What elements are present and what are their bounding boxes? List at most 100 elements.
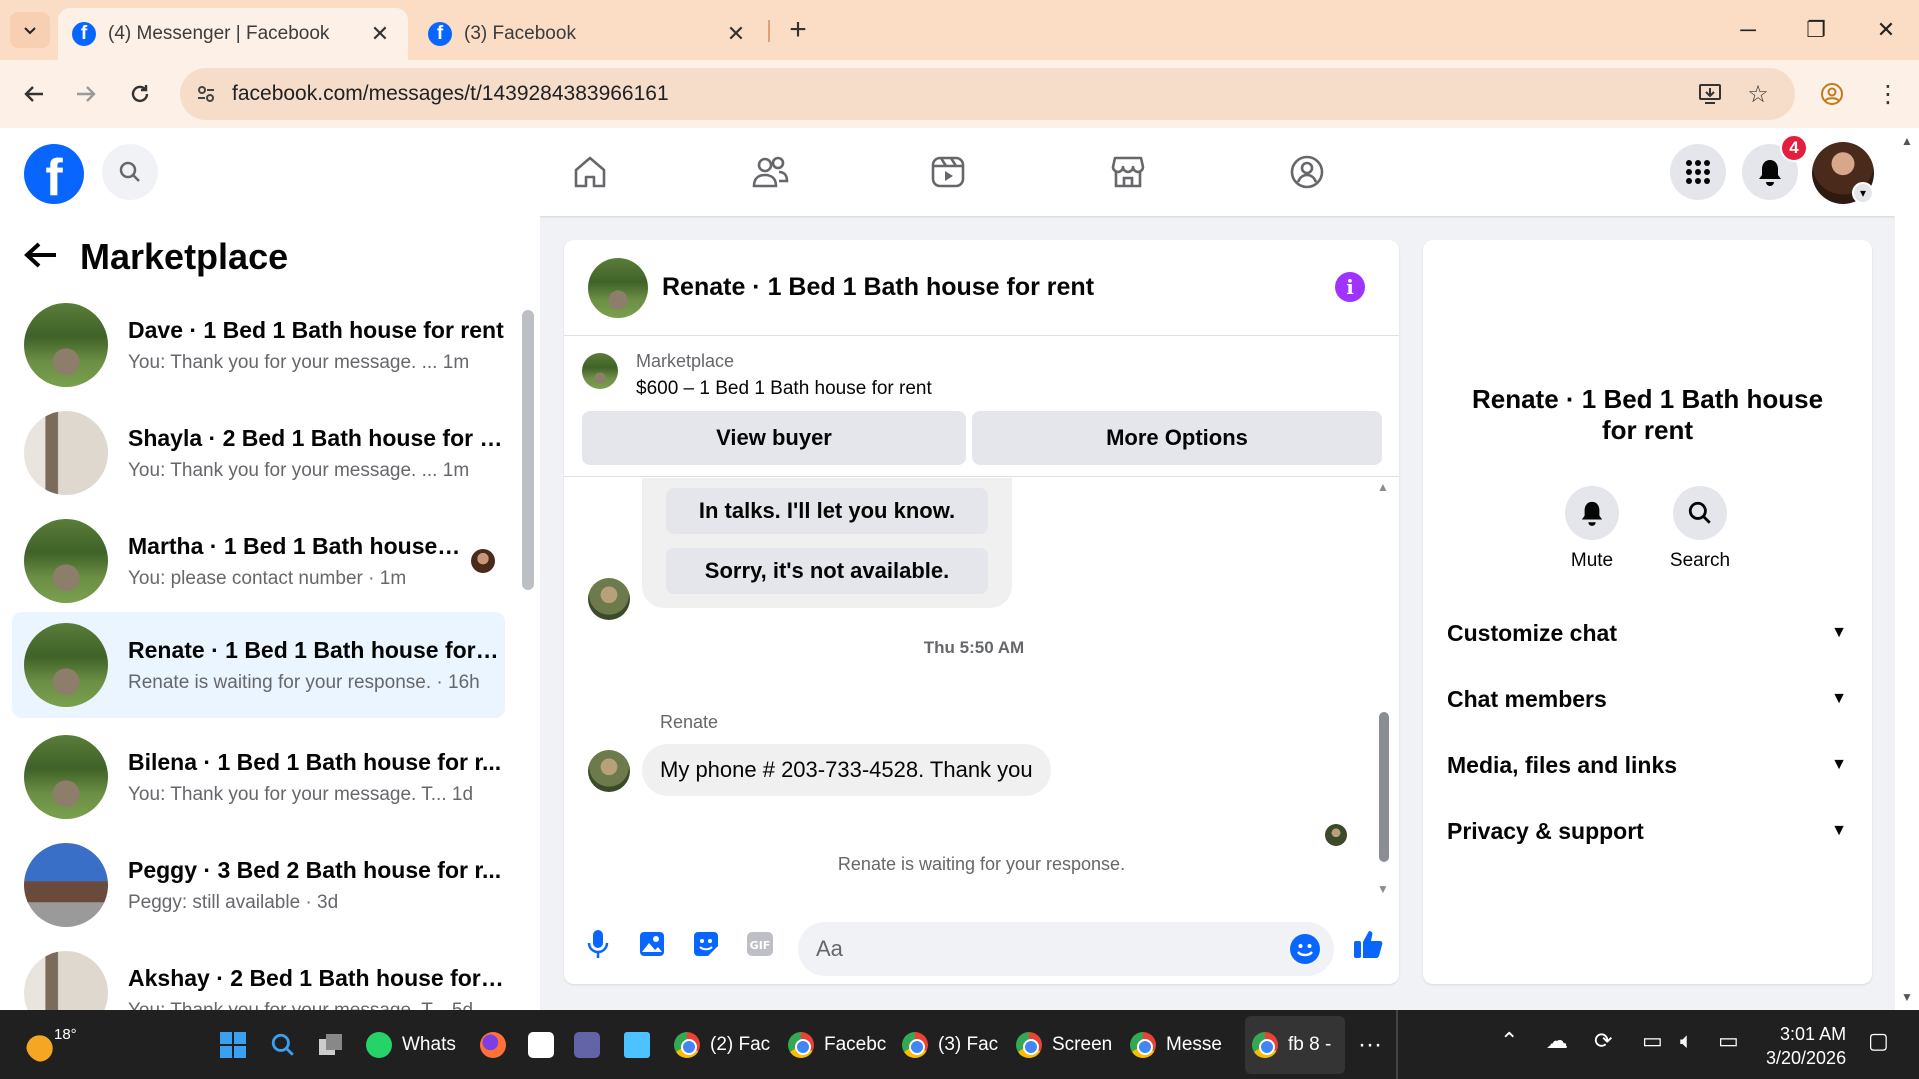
taskbar-app-chrome-3[interactable]: (3) Fac: [902, 1020, 998, 1070]
taskbar-app-firefox[interactable]: [480, 1020, 516, 1070]
reload-button[interactable]: [120, 74, 160, 114]
close-tab-icon[interactable]: ✕: [722, 21, 750, 47]
friends-icon: [752, 156, 789, 188]
search-taskbar-button[interactable]: [270, 1020, 296, 1070]
weather-widget[interactable]: 18°: [26, 1020, 77, 1070]
info-icon[interactable]: i: [1335, 272, 1365, 302]
bookmark-star-icon[interactable]: ☆: [1738, 74, 1778, 114]
taskbar-app-chrome-2[interactable]: Facebc: [788, 1020, 886, 1070]
chat-thumbnail[interactable]: [588, 257, 648, 318]
taskbar-app-teams[interactable]: [574, 1020, 610, 1070]
network-icon[interactable]: ▭: [1642, 1028, 1663, 1054]
tab-list-button[interactable]: [10, 12, 50, 48]
close-tab-icon[interactable]: ✕: [366, 21, 394, 47]
back-button[interactable]: [14, 74, 54, 114]
taskbar-app-label: Messe: [1166, 1034, 1222, 1055]
chrome-icon: [1252, 1032, 1278, 1058]
page-scrollbar[interactable]: ▲ ▼: [1895, 128, 1919, 1010]
search-in-conversation-button[interactable]: Search: [1655, 486, 1745, 572]
sidebar-scrollbar[interactable]: [522, 296, 534, 996]
taskbar-app-notepad[interactable]: [624, 1020, 660, 1070]
chat-members-section[interactable]: Chat members ▼: [1447, 674, 1847, 724]
restore-button[interactable]: ❐: [1786, 10, 1846, 50]
system-clock[interactable]: 3:01 AM 3/20/2026: [1766, 1022, 1846, 1070]
view-buyer-button[interactable]: View buyer: [582, 411, 966, 465]
facebook-header: f 4 ▾: [0, 128, 1895, 216]
taskbar-app-whatsapp[interactable]: Whats: [366, 1020, 456, 1070]
message-bubble[interactable]: My phone # 203-733-4528. Thank you: [642, 744, 1051, 796]
taskbar-app-terminal[interactable]: [528, 1020, 564, 1070]
nav-home[interactable]: [535, 142, 645, 202]
microphone-icon[interactable]: [578, 924, 618, 964]
privacy-support-section[interactable]: Privacy & support ▼: [1447, 806, 1847, 856]
tab-messenger[interactable]: f (4) Messenger | Facebook ✕: [58, 8, 408, 60]
emoji-icon[interactable]: [1290, 934, 1320, 964]
scroll-up-arrow-icon[interactable]: ▲: [1377, 480, 1389, 494]
scroll-down-arrow-icon[interactable]: ▼: [1377, 882, 1389, 896]
volume-icon[interactable]: 🔈︎: [1680, 1028, 1693, 1054]
message-input[interactable]: Aa: [798, 922, 1334, 976]
media-files-links-section[interactable]: Media, files and links ▼: [1447, 740, 1847, 790]
profile-icon[interactable]: [1812, 74, 1852, 114]
menu-grid-button[interactable]: [1670, 144, 1726, 200]
listing-thumbnail: [24, 951, 108, 1010]
minimize-button[interactable]: ─: [1718, 10, 1778, 50]
browser-menu-icon[interactable]: ⋮: [1868, 74, 1908, 114]
chevron-down-icon[interactable]: ▾: [1852, 182, 1874, 204]
mute-button[interactable]: Mute: [1547, 486, 1637, 572]
more-apps-button[interactable]: ···: [1358, 1020, 1382, 1070]
site-info-icon[interactable]: [180, 84, 232, 104]
quick-reply-button[interactable]: In talks. I'll let you know.: [666, 488, 988, 534]
taskbar-app-chrome-4[interactable]: Screen: [1016, 1020, 1112, 1070]
forward-button[interactable]: [66, 74, 106, 114]
sticker-icon[interactable]: [686, 924, 726, 964]
scroll-up-arrow-icon[interactable]: ▲: [1901, 134, 1913, 148]
taskbar-app-chrome-active[interactable]: fb 8 -: [1252, 1020, 1331, 1070]
chat-scrollbar[interactable]: ▲ ▼: [1377, 480, 1391, 900]
chat-title[interactable]: Renate · 1 Bed 1 Bath house for rent: [662, 273, 1094, 302]
nav-groups[interactable]: [1252, 142, 1362, 202]
taskbar-app-label: (3) Fac: [938, 1034, 999, 1055]
nav-marketplace[interactable]: [1073, 142, 1183, 202]
conversation-item[interactable]: Peggy · 3 Bed 2 Bath house for r... Pegg…: [12, 832, 505, 938]
tab-facebook[interactable]: f (3) Facebook ✕: [414, 8, 764, 60]
nav-friends[interactable]: [715, 142, 825, 202]
section-label: Chat members: [1447, 685, 1607, 712]
nav-video[interactable]: [893, 142, 1003, 202]
back-arrow-icon[interactable]: [24, 234, 58, 279]
taskbar-app-chrome-5[interactable]: Messe: [1130, 1020, 1222, 1070]
start-button[interactable]: [220, 1020, 246, 1070]
address-bar[interactable]: facebook.com/messages/t/1439284383966161: [180, 68, 1795, 120]
conversation-item[interactable]: Bilena · 1 Bed 1 Bath house for r... You…: [12, 724, 505, 830]
close-window-button[interactable]: ✕: [1856, 10, 1916, 50]
listing-title[interactable]: $600 – 1 Bed 1 Bath house for rent: [636, 378, 932, 400]
taskbar-app-chrome-1[interactable]: (2) Fac: [674, 1020, 770, 1070]
sync-icon[interactable]: ⟳: [1594, 1028, 1612, 1054]
quick-reply-button[interactable]: Sorry, it's not available.: [666, 548, 988, 594]
windows-icon: [220, 1032, 246, 1058]
facebook-logo[interactable]: f: [24, 144, 84, 204]
conversation-item[interactable]: Akshay · 2 Bed 1 Bath house for ... You:…: [12, 940, 505, 1010]
scrollbar-thumb[interactable]: [1379, 712, 1389, 862]
scroll-down-arrow-icon[interactable]: ▼: [1901, 990, 1913, 1004]
conversation-avatar[interactable]: [1593, 264, 1701, 372]
cloud-off-icon[interactable]: ☁: [1546, 1028, 1568, 1054]
new-tab-button[interactable]: +: [780, 12, 816, 48]
battery-icon[interactable]: ▭: [1718, 1028, 1739, 1054]
photo-icon[interactable]: [632, 924, 672, 964]
gif-icon[interactable]: GIF: [740, 924, 780, 964]
conversation-item-active[interactable]: Renate · 1 Bed 1 Bath house for r... Ren…: [12, 612, 505, 718]
show-hidden-icons-chevron-icon[interactable]: ⌃: [1500, 1028, 1518, 1054]
more-options-button[interactable]: More Options: [972, 411, 1382, 465]
conversation-item[interactable]: Dave · 1 Bed 1 Bath house for rent You: …: [12, 292, 505, 398]
install-app-icon[interactable]: [1690, 74, 1730, 114]
notification-center-icon[interactable]: ▢: [1868, 1028, 1889, 1054]
task-view-button[interactable]: [318, 1020, 344, 1070]
task-view-icon: [319, 1034, 342, 1055]
thumbs-up-icon[interactable]: [1348, 924, 1388, 964]
scrollbar-thumb[interactable]: [522, 310, 534, 590]
conversation-item[interactable]: Shayla · 2 Bed 1 Bath house for r... You…: [12, 400, 505, 506]
customize-chat-section[interactable]: Customize chat ▼: [1447, 608, 1847, 658]
search-button[interactable]: [102, 144, 158, 200]
conversation-item[interactable]: Martha · 1 Bed 1 Bath house f... You: pl…: [12, 508, 505, 614]
